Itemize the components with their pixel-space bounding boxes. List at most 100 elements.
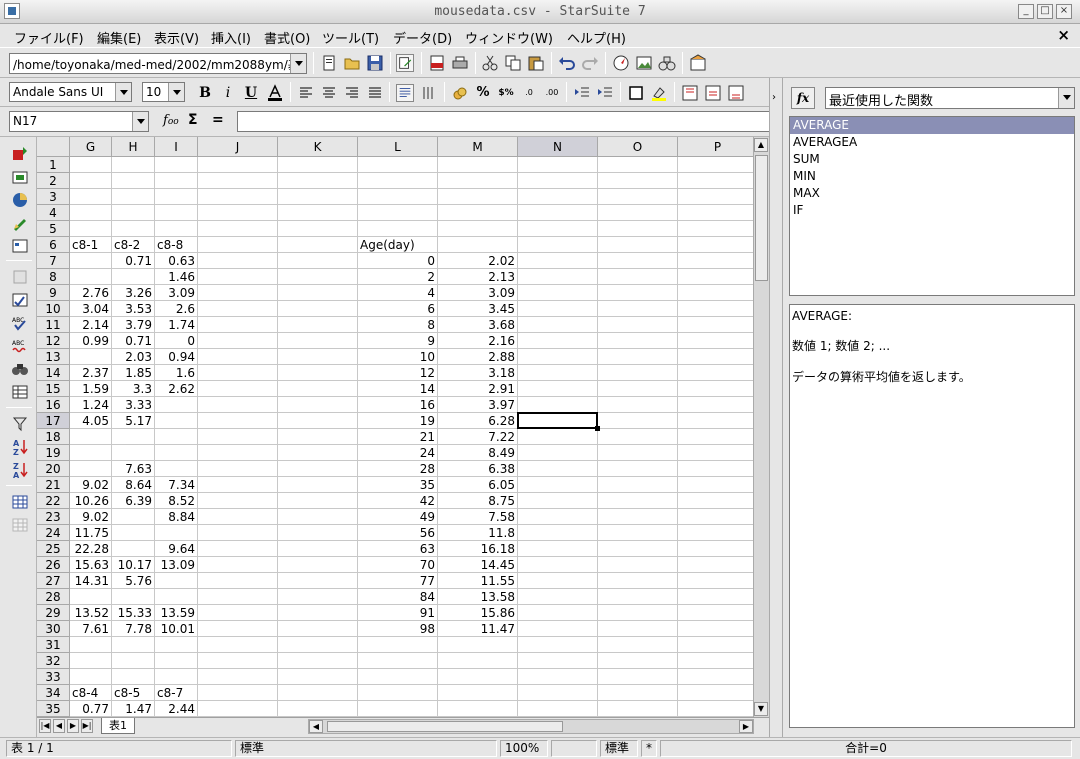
cell-l27[interactable]: 77 [358,573,437,589]
cell-l25[interactable]: 63 [358,541,437,557]
sum-icon[interactable]: Σ [188,112,198,128]
formula-equals-icon[interactable]: = [212,112,224,128]
sheet-tab[interactable]: 表1 [101,718,135,734]
cell-h35[interactable]: 1.47 [112,701,154,717]
cell-h10[interactable]: 3.53 [112,301,154,317]
cell-h26[interactable]: 10.17 [112,557,154,573]
row-header-24[interactable]: 24 [37,525,70,541]
cell-m25[interactable]: 16.18 [438,541,517,557]
cell-h21[interactable]: 8.64 [112,477,154,493]
cell-m28[interactable]: 13.58 [438,589,517,605]
row-header-4[interactable]: 4 [37,205,70,221]
cell-l13[interactable]: 10 [358,349,437,365]
cell-m14[interactable]: 3.18 [438,365,517,381]
row-header-35[interactable]: 35 [37,701,70,717]
cell-h13[interactable]: 2.03 [112,349,154,365]
cell-i11[interactable]: 1.74 [155,317,197,333]
cell-g34[interactable]: c8-4 [70,685,111,701]
row-header-32[interactable]: 32 [37,653,70,669]
font-color-icon[interactable] [266,84,284,102]
bold-button[interactable]: B [196,84,214,102]
font-size-dropdown-icon[interactable] [168,83,184,101]
standard-filter-icon[interactable] [11,493,29,511]
column-header-n[interactable]: N [518,137,598,157]
cell-l16[interactable]: 16 [358,397,437,413]
cell-g35[interactable]: 0.77 [70,701,111,717]
cell-m27[interactable]: 11.55 [438,573,517,589]
cell-l6[interactable]: Age(day) [358,237,437,253]
undo-icon[interactable] [558,54,576,72]
maximize-button[interactable]: □ [1037,4,1053,19]
cell-m12[interactable]: 2.16 [438,333,517,349]
cell-l26[interactable]: 70 [358,557,437,573]
autofilter-icon[interactable] [11,415,29,433]
paste-icon[interactable] [527,54,545,72]
menu-format[interactable]: 書式(O) [264,28,310,47]
cell-l23[interactable]: 49 [358,509,437,525]
cell-i22[interactable]: 8.52 [155,493,197,509]
decrease-indent-icon[interactable] [573,84,591,102]
close-window-button[interactable]: × [1056,4,1072,19]
cell-h34[interactable]: c8-5 [112,685,154,701]
italic-button[interactable]: i [219,84,237,102]
currency-format-icon[interactable] [451,84,469,102]
column-header-l[interactable]: L [358,137,438,157]
cell-h9[interactable]: 3.26 [112,285,154,301]
document-path-field[interactable]: /home/toyonaka/med-med/2002/mm2088ym/基 [9,53,307,74]
cell-g23[interactable]: 9.02 [70,509,111,525]
vertical-text-icon[interactable] [420,84,438,102]
row-header-6[interactable]: 6 [37,237,70,253]
minimize-button[interactable]: _ [1018,4,1034,19]
menu-tools[interactable]: ツール(T) [322,28,379,47]
help-agent-icon[interactable] [689,54,707,72]
wrap-text-icon[interactable] [396,84,414,102]
row-header-3[interactable]: 3 [37,189,70,205]
column-header-j[interactable]: J [198,137,278,157]
cell-i34[interactable]: c8-7 [155,685,197,701]
underline-button[interactable]: U [242,84,260,102]
row-header-8[interactable]: 8 [37,269,70,285]
cell-l19[interactable]: 24 [358,445,437,461]
auto-spellcheck-icon[interactable]: ABC [11,337,29,355]
cell-m10[interactable]: 3.45 [438,301,517,317]
close-document-icon[interactable]: × [1057,26,1070,44]
function-category-dropdown-icon[interactable] [1058,88,1074,108]
vertical-scrollbar[interactable]: ▲ ▼ [753,137,769,717]
font-name-select[interactable]: Andale Sans UI [9,82,132,102]
font-name-dropdown-icon[interactable] [115,83,131,101]
cell-g27[interactable]: 14.31 [70,573,111,589]
cell-m13[interactable]: 2.88 [438,349,517,365]
cell-i8[interactable]: 1.46 [155,269,197,285]
new-document-icon[interactable] [320,54,338,72]
status-selection-mode[interactable]: 標準 [600,740,638,757]
insert-function-button[interactable]: fx [791,87,815,109]
horizontal-scrollbar[interactable]: ◀ ▶ [308,719,754,734]
cell-i30[interactable]: 10.01 [155,621,197,637]
cell-m19[interactable]: 8.49 [438,445,517,461]
cell-l21[interactable]: 35 [358,477,437,493]
cell-l18[interactable]: 21 [358,429,437,445]
row-header-26[interactable]: 26 [37,557,70,573]
row-header-28[interactable]: 28 [37,589,70,605]
cell-m11[interactable]: 3.68 [438,317,517,333]
vertical-scroll-thumb[interactable] [755,155,768,281]
scroll-right-icon[interactable]: ▶ [739,720,753,733]
cell-g15[interactable]: 1.59 [70,381,111,397]
row-header-2[interactable]: 2 [37,173,70,189]
scroll-left-icon[interactable]: ◀ [309,720,323,733]
menu-data[interactable]: データ(D) [393,28,452,47]
status-page-style[interactable]: 標準 [235,740,497,757]
row-header-1[interactable]: 1 [37,157,70,173]
cell-m23[interactable]: 7.58 [438,509,517,525]
menu-insert[interactable]: 挿入(I) [211,28,251,47]
row-header-23[interactable]: 23 [37,509,70,525]
cell-l9[interactable]: 4 [358,285,437,301]
function-item-averagea[interactable]: AVERAGEA [790,134,1074,151]
cell-g30[interactable]: 7.61 [70,621,111,637]
cell-m29[interactable]: 15.86 [438,605,517,621]
row-header-5[interactable]: 5 [37,221,70,237]
cell-i6[interactable]: c8-8 [155,237,197,253]
cell-h22[interactable]: 6.39 [112,493,154,509]
edit-file-icon[interactable] [396,54,414,72]
menu-view[interactable]: 表示(V) [154,28,199,47]
